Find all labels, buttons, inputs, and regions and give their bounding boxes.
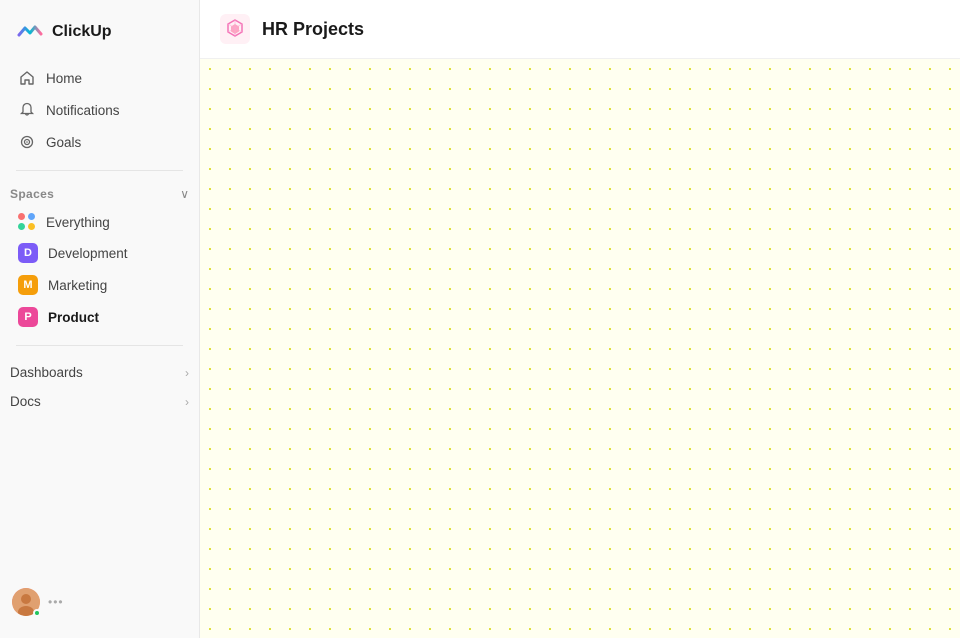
nav-item-notifications[interactable]: Notifications	[8, 94, 191, 126]
clickup-logo-icon	[16, 18, 44, 46]
nav-item-home[interactable]: Home	[8, 62, 191, 94]
home-icon	[18, 69, 36, 87]
hr-projects-icon	[220, 14, 250, 44]
main-body	[200, 59, 960, 638]
bell-icon	[18, 101, 36, 119]
space-product-label: Product	[48, 310, 99, 325]
dashboards-item[interactable]: Dashboards ›	[0, 358, 199, 387]
nav-notifications-label: Notifications	[46, 103, 120, 118]
spaces-chevron-icon: ∨	[180, 187, 189, 201]
space-development-label: Development	[48, 246, 128, 261]
main-header: HR Projects	[200, 0, 960, 59]
nav-goals-label: Goals	[46, 135, 81, 150]
nav-home-label: Home	[46, 71, 82, 86]
spaces-list: Everything D Development M Marketing P P…	[0, 207, 199, 333]
space-development-avatar: D	[18, 243, 38, 263]
sidebar: ClickUp Home Notifications	[0, 0, 200, 638]
user-status-dot	[33, 609, 41, 617]
divider-1	[16, 170, 183, 171]
space-everything-label: Everything	[46, 215, 110, 230]
docs-chevron-icon: ›	[185, 395, 189, 409]
docs-item[interactable]: Docs ›	[0, 387, 199, 416]
space-item-product[interactable]: P Product	[8, 301, 191, 333]
logo-text: ClickUp	[52, 23, 112, 41]
main-content: HR Projects	[200, 0, 960, 638]
space-marketing-label: Marketing	[48, 278, 107, 293]
space-marketing-avatar: M	[18, 275, 38, 295]
space-item-development[interactable]: D Development	[8, 237, 191, 269]
goals-icon	[18, 133, 36, 151]
page-title: HR Projects	[262, 19, 364, 40]
spaces-label: Spaces	[10, 187, 54, 201]
sidebar-logo[interactable]: ClickUp	[0, 12, 199, 62]
space-item-everything[interactable]: Everything	[8, 207, 191, 237]
user-avatar-container	[12, 588, 40, 616]
space-product-avatar: P	[18, 307, 38, 327]
dashboards-label: Dashboards	[10, 365, 83, 380]
sidebar-navigation: Home Notifications Goals	[0, 62, 199, 158]
nav-item-goals[interactable]: Goals	[8, 126, 191, 158]
divider-2	[16, 345, 183, 346]
space-item-marketing[interactable]: M Marketing	[8, 269, 191, 301]
everything-icon	[18, 213, 36, 231]
docs-label: Docs	[10, 394, 41, 409]
user-menu-dots[interactable]: •••	[48, 595, 64, 609]
spaces-header[interactable]: Spaces ∨	[0, 183, 199, 207]
dashboards-chevron-icon: ›	[185, 366, 189, 380]
sidebar-user-area[interactable]: •••	[0, 578, 199, 626]
